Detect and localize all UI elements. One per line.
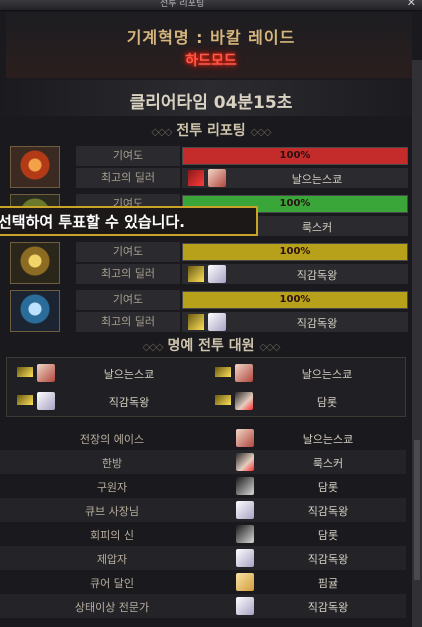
crown-icon — [17, 395, 33, 405]
award-winner: 직감독왕 — [307, 553, 349, 566]
crown-icon — [215, 395, 231, 405]
raid-title: 기계혁명 : 바칼 레이드 — [126, 28, 296, 47]
avatar-icon — [236, 549, 254, 567]
award-row[interactable]: 큐어 달인 핌귤 — [0, 570, 406, 594]
avatar-icon — [236, 453, 254, 471]
gold-weapon-icon — [188, 314, 204, 330]
avatar-icon — [208, 169, 226, 187]
right-ornament-icon: ◇◇◇ — [259, 342, 280, 353]
crown-icon — [17, 367, 33, 377]
section-honor-title: ◇◇◇ 명예 전투 대원 ◇◇◇ — [0, 335, 422, 354]
avatar-icon — [37, 392, 55, 410]
avatar-icon — [236, 501, 254, 519]
award-row[interactable]: 한방 룩스커 — [0, 450, 406, 474]
honor-member[interactable]: 날으는스쿄 — [209, 362, 399, 386]
award-winner: 직감독왕 — [307, 505, 349, 518]
red-raid-emblem-icon — [10, 146, 60, 188]
dealer-name: 직감독왕 — [296, 269, 338, 282]
award-winner: 담롯 — [317, 481, 339, 494]
raid-header: 기계혁명 : 바칼 레이드 하드모드 — [6, 12, 412, 78]
section-report-title: ◇◇◇ 전투 리포팅 ◇◇◇ — [0, 120, 422, 139]
left-ornament-icon: ◇◇◇ — [151, 127, 172, 138]
honor-member[interactable]: 직감독왕 — [11, 390, 201, 414]
clear-time-banner: 클리어타임 04분15초 — [0, 80, 422, 116]
vote-tooltip: 선택하여 투표할 수 있습니다. — [0, 206, 258, 236]
award-winner: 날으는스쿄 — [302, 433, 354, 446]
close-icon[interactable]: ✕ — [407, 0, 416, 9]
avatar-icon — [208, 313, 226, 331]
honor-members-panel: 날으는스쿄 날으는스쿄 직감독왕 담롯 — [6, 357, 406, 417]
award-title: 제압자 — [96, 553, 128, 566]
contribution-bar: 100% — [182, 243, 408, 261]
dealer-name: 직감독왕 — [296, 317, 338, 330]
award-title: 구원자 — [96, 481, 128, 494]
award-title: 상태이상 전문가 — [74, 601, 150, 614]
best-dealer[interactable]: 직감독왕 — [182, 312, 408, 332]
contribution-label: 기여도 — [76, 290, 180, 310]
contribution-value: 100% — [279, 150, 311, 161]
window-titlebar: 전투 리포팅 ✕ — [0, 0, 422, 11]
left-ornament-icon: ◇◇◇ — [142, 342, 164, 353]
award-row[interactable]: 구원자 담롯 — [0, 474, 406, 498]
section-report-label: 전투 리포팅 — [176, 123, 246, 139]
difficulty-mode: 하드모드 — [185, 53, 237, 69]
contribution-label: 기여도 — [76, 146, 180, 166]
scrollbar-track[interactable] — [412, 60, 422, 627]
award-title: 큐브 사장님 — [84, 505, 140, 518]
avatar-icon — [236, 573, 254, 591]
dealer-name: 날으는스쿄 — [291, 173, 343, 186]
red-weapon-icon — [188, 170, 204, 186]
right-ornament-icon: ◇◇◇ — [250, 127, 272, 138]
best-dealer[interactable]: 직감독왕 — [182, 264, 408, 284]
best-dealer[interactable]: 날으는스쿄 — [182, 168, 408, 188]
honor-member-name: 직감독왕 — [108, 396, 150, 409]
report-row-gold[interactable]: 기여도 100% 최고의 딜러 직감독왕 — [8, 240, 408, 286]
contribution-label: 기여도 — [76, 242, 180, 262]
award-row[interactable]: 큐브 사장님 직감독왕 — [0, 498, 406, 522]
report-row-red[interactable]: 기여도 100% 최고의 딜러 날으는스쿄 — [8, 144, 408, 190]
award-title: 큐어 달인 — [90, 577, 134, 590]
avatar-icon — [236, 525, 254, 543]
window-title: 전투 리포팅 — [160, 0, 205, 9]
avatar-icon — [236, 429, 254, 447]
award-row[interactable]: 회피의 신 담롯 — [0, 522, 406, 546]
contribution-value: 100% — [279, 246, 311, 257]
avatar-icon — [37, 364, 55, 382]
award-winner: 룩스커 — [312, 457, 344, 470]
avatar-icon — [235, 392, 253, 410]
contribution-bar: 100% — [182, 147, 408, 165]
award-row[interactable]: 상태이상 전문가 직감독왕 — [0, 594, 406, 618]
award-winner: 직감독왕 — [307, 601, 349, 614]
avatar-icon — [236, 597, 254, 615]
avatar-icon — [208, 265, 226, 283]
section-honor-label: 명예 전투 대원 — [167, 338, 255, 354]
crown-icon — [215, 367, 231, 377]
honor-member[interactable]: 날으는스쿄 — [11, 362, 201, 386]
report-row-blue[interactable]: 기여도 100% 최고의 딜러 직감독왕 — [8, 288, 408, 334]
best-dealer-label: 최고의 딜러 — [76, 168, 180, 188]
contribution-bar: 100% — [182, 291, 408, 309]
award-winner: 담롯 — [317, 529, 339, 542]
award-title: 전장의 에이스 — [79, 433, 145, 446]
best-dealer-label: 최고의 딜러 — [76, 312, 180, 332]
honor-member-name: 날으는스쿄 — [301, 368, 353, 381]
gold-weapon-icon — [188, 266, 204, 282]
avatar-icon — [236, 477, 254, 495]
blue-raid-emblem-icon — [10, 290, 60, 332]
scrollbar-thumb[interactable] — [414, 440, 420, 580]
award-title: 한방 — [101, 457, 123, 470]
award-row[interactable]: 전장의 에이스 날으는스쿄 — [0, 426, 406, 450]
award-winner: 핌귤 — [317, 577, 339, 590]
best-dealer-label: 최고의 딜러 — [76, 264, 180, 284]
award-title: 회피의 신 — [90, 529, 134, 542]
honor-member[interactable]: 담롯 — [209, 390, 399, 414]
contribution-value: 100% — [279, 294, 311, 305]
avatar-icon — [235, 364, 253, 382]
award-row[interactable]: 제압자 직감독왕 — [0, 546, 406, 570]
honor-member-name: 담롯 — [316, 396, 338, 409]
honor-member-name: 날으는스쿄 — [103, 368, 155, 381]
clear-time: 클리어타임 04분15초 — [129, 93, 293, 113]
gold-raid-emblem-icon — [10, 242, 60, 284]
